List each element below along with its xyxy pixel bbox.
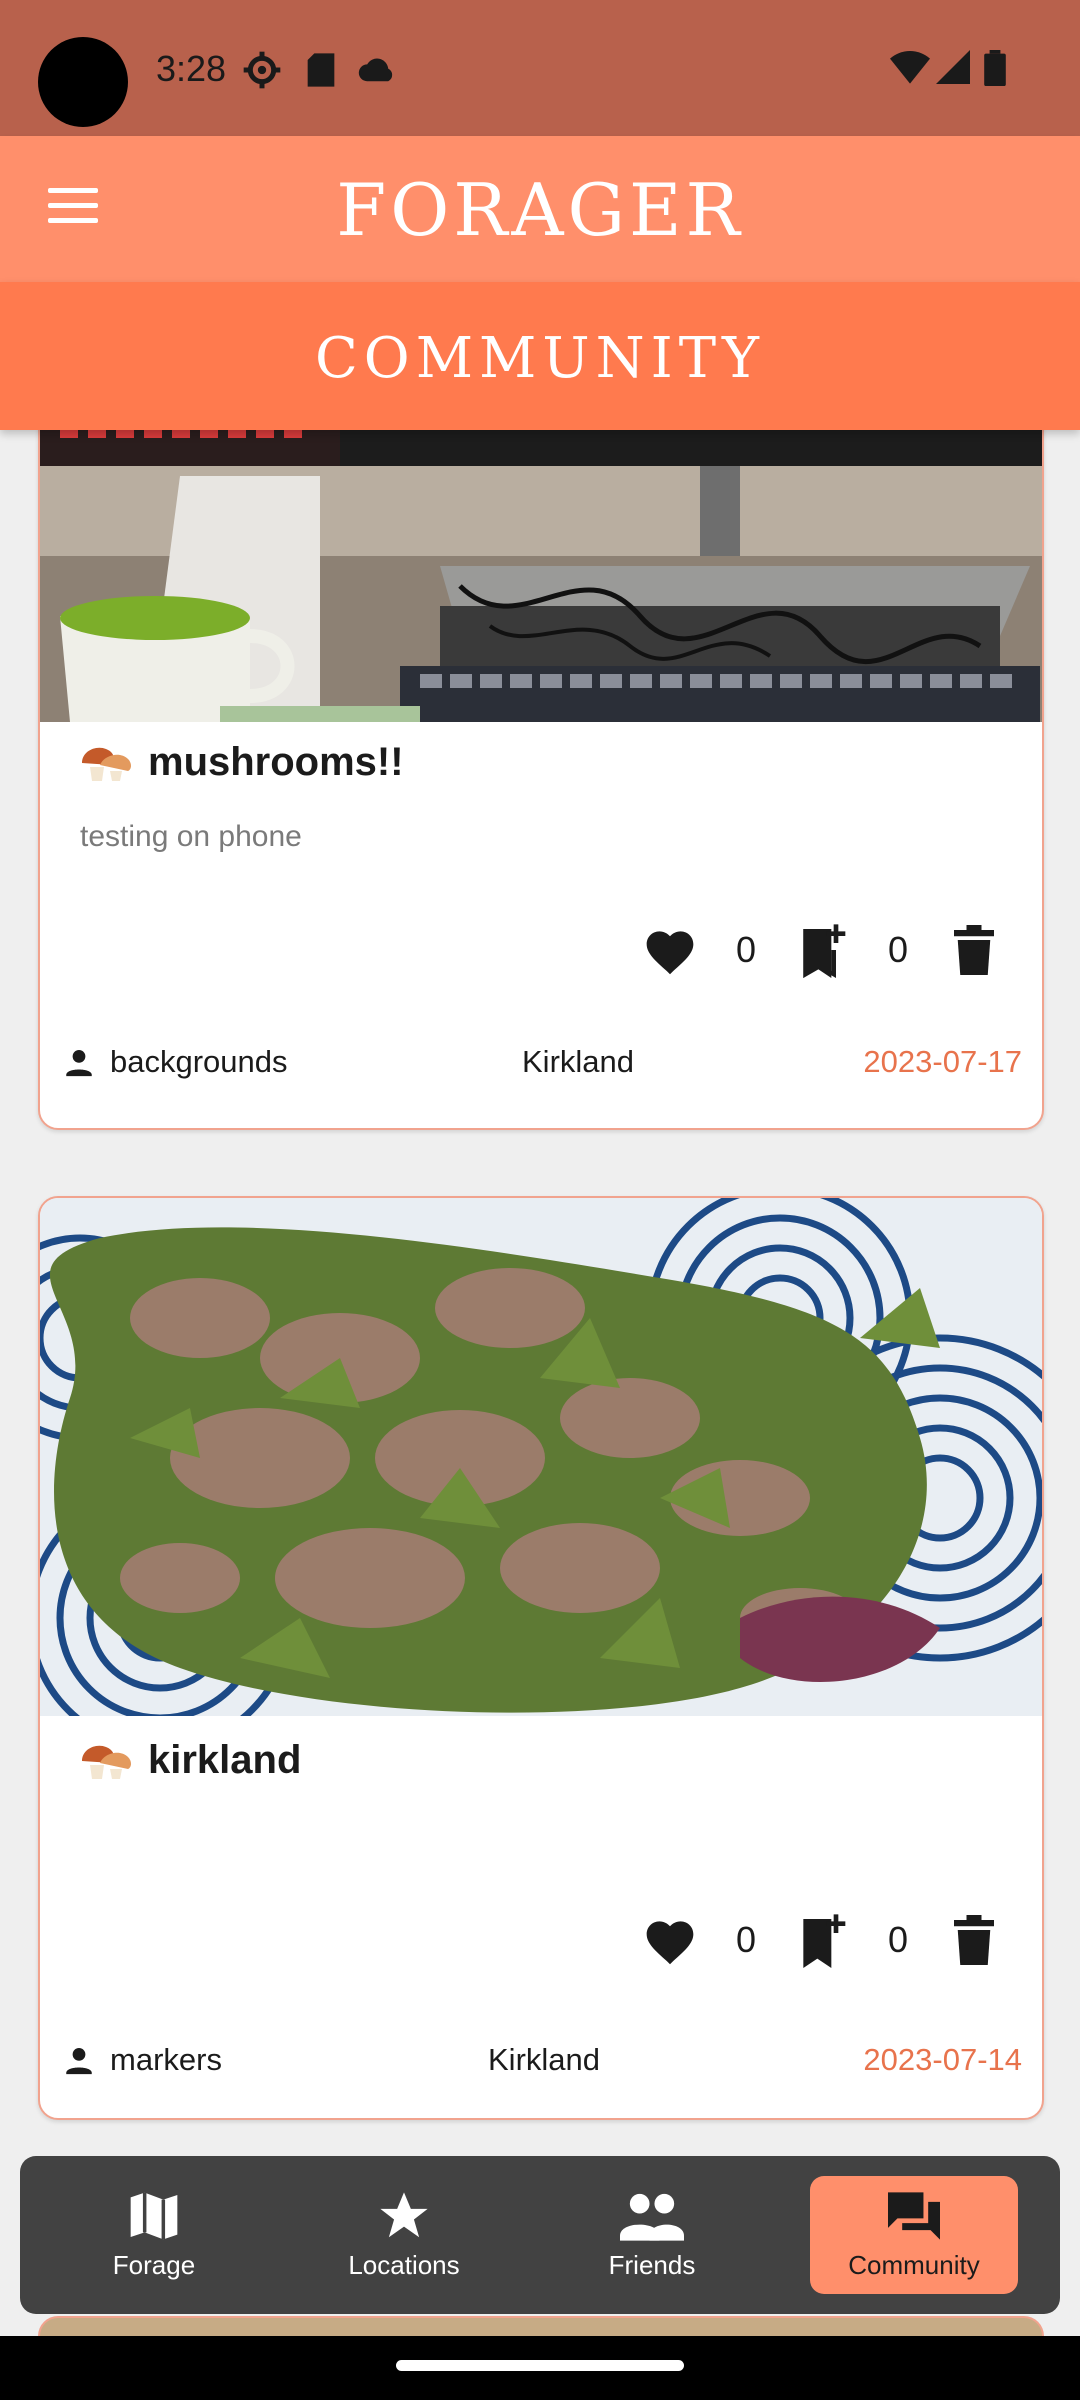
post-image[interactable] xyxy=(40,1198,1042,1716)
post-author[interactable]: backgrounds xyxy=(62,1044,288,1080)
post-title: mushrooms!! xyxy=(148,740,404,784)
nav-community-label: Community xyxy=(848,2250,980,2280)
post-image[interactable] xyxy=(40,430,1042,722)
post-card[interactable]: kirkland 0 0 markers Kirkland 2023-07-14 xyxy=(38,1196,1044,2120)
status-time: 3:28 xyxy=(156,48,227,89)
save-count: 0 xyxy=(887,929,909,970)
like-button[interactable] xyxy=(640,1910,700,1970)
bookmark-add-icon xyxy=(803,924,846,978)
save-button[interactable] xyxy=(792,1910,852,1970)
camera-cutout xyxy=(38,37,128,127)
trash-icon xyxy=(954,925,994,975)
delete-button[interactable] xyxy=(944,920,1004,980)
post-footer: backgrounds Kirkland 2023-07-17 xyxy=(40,1038,1042,1088)
post-author-name: markers xyxy=(110,2042,222,2077)
post-actions: 0 0 xyxy=(640,1910,1004,1970)
nav-friends-label: Friends xyxy=(608,2250,696,2280)
like-button[interactable] xyxy=(640,920,700,980)
nav-forage[interactable]: Forage xyxy=(50,2176,258,2294)
nav-locations[interactable]: Locations xyxy=(300,2176,508,2294)
post-location: Kirkland xyxy=(522,1044,634,1079)
save-count: 0 xyxy=(887,1919,909,1960)
signal-icon xyxy=(936,50,970,84)
post-title-row: kirkland xyxy=(78,1738,301,1783)
settings-icon xyxy=(243,51,281,89)
wifi-icon xyxy=(890,51,930,84)
heart-icon xyxy=(646,1921,694,1965)
delete-button[interactable] xyxy=(944,1910,1004,1970)
post-description: testing on phone xyxy=(80,820,302,853)
forum-icon xyxy=(888,2192,940,2240)
person-icon xyxy=(66,1049,92,1077)
post-author-name: backgrounds xyxy=(110,1044,288,1079)
save-button[interactable] xyxy=(792,920,852,980)
system-navigation-bar xyxy=(0,2336,1080,2400)
star-icon xyxy=(380,2192,428,2238)
nav-friends[interactable]: Friends xyxy=(548,2176,756,2294)
post-actions: 0 0 xyxy=(640,920,1004,980)
post-card[interactable]: mushrooms!! testing on phone 0 0 backgro… xyxy=(38,430,1044,1130)
like-count: 0 xyxy=(735,929,757,970)
battery-icon xyxy=(984,50,1006,86)
section-title: COMMUNITY xyxy=(314,326,766,391)
post-date: 2023-07-14 xyxy=(863,2042,1022,2077)
post-location: Kirkland xyxy=(488,2042,600,2077)
community-feed[interactable]: mushrooms!! testing on phone 0 0 backgro… xyxy=(0,430,1080,2336)
nav-locations-label: Locations xyxy=(348,2250,460,2280)
nav-community[interactable]: Community xyxy=(810,2176,1018,2294)
person-icon xyxy=(66,2047,92,2075)
post-footer: markers Kirkland 2023-07-14 xyxy=(40,2036,1042,2086)
trash-icon xyxy=(954,1915,994,1965)
app-title: FORAGER xyxy=(336,168,744,252)
like-count: 0 xyxy=(735,1919,757,1960)
bookmark-add-icon xyxy=(803,1914,846,1968)
mushroom-icon xyxy=(82,747,131,781)
sd-card-icon xyxy=(307,53,335,87)
cloud-icon xyxy=(358,58,393,82)
section-header: COMMUNITY xyxy=(0,282,1080,430)
people-icon xyxy=(620,2193,684,2241)
app-bar: FORAGER xyxy=(0,136,1080,282)
nav-forage-label: Forage xyxy=(112,2250,196,2280)
post-author[interactable]: markers xyxy=(62,2042,222,2078)
bottom-navigation: Forage Locations Friends Community xyxy=(20,2156,1060,2314)
post-date: 2023-07-17 xyxy=(863,1044,1022,1079)
map-icon xyxy=(130,2192,178,2240)
post-title: kirkland xyxy=(148,1738,302,1782)
post-title-row: mushrooms!! xyxy=(78,740,404,785)
heart-icon xyxy=(646,931,694,975)
home-gesture-handle[interactable] xyxy=(396,2360,684,2371)
mushroom-icon xyxy=(82,1745,131,1779)
status-bar: 3:28 xyxy=(0,0,1080,136)
